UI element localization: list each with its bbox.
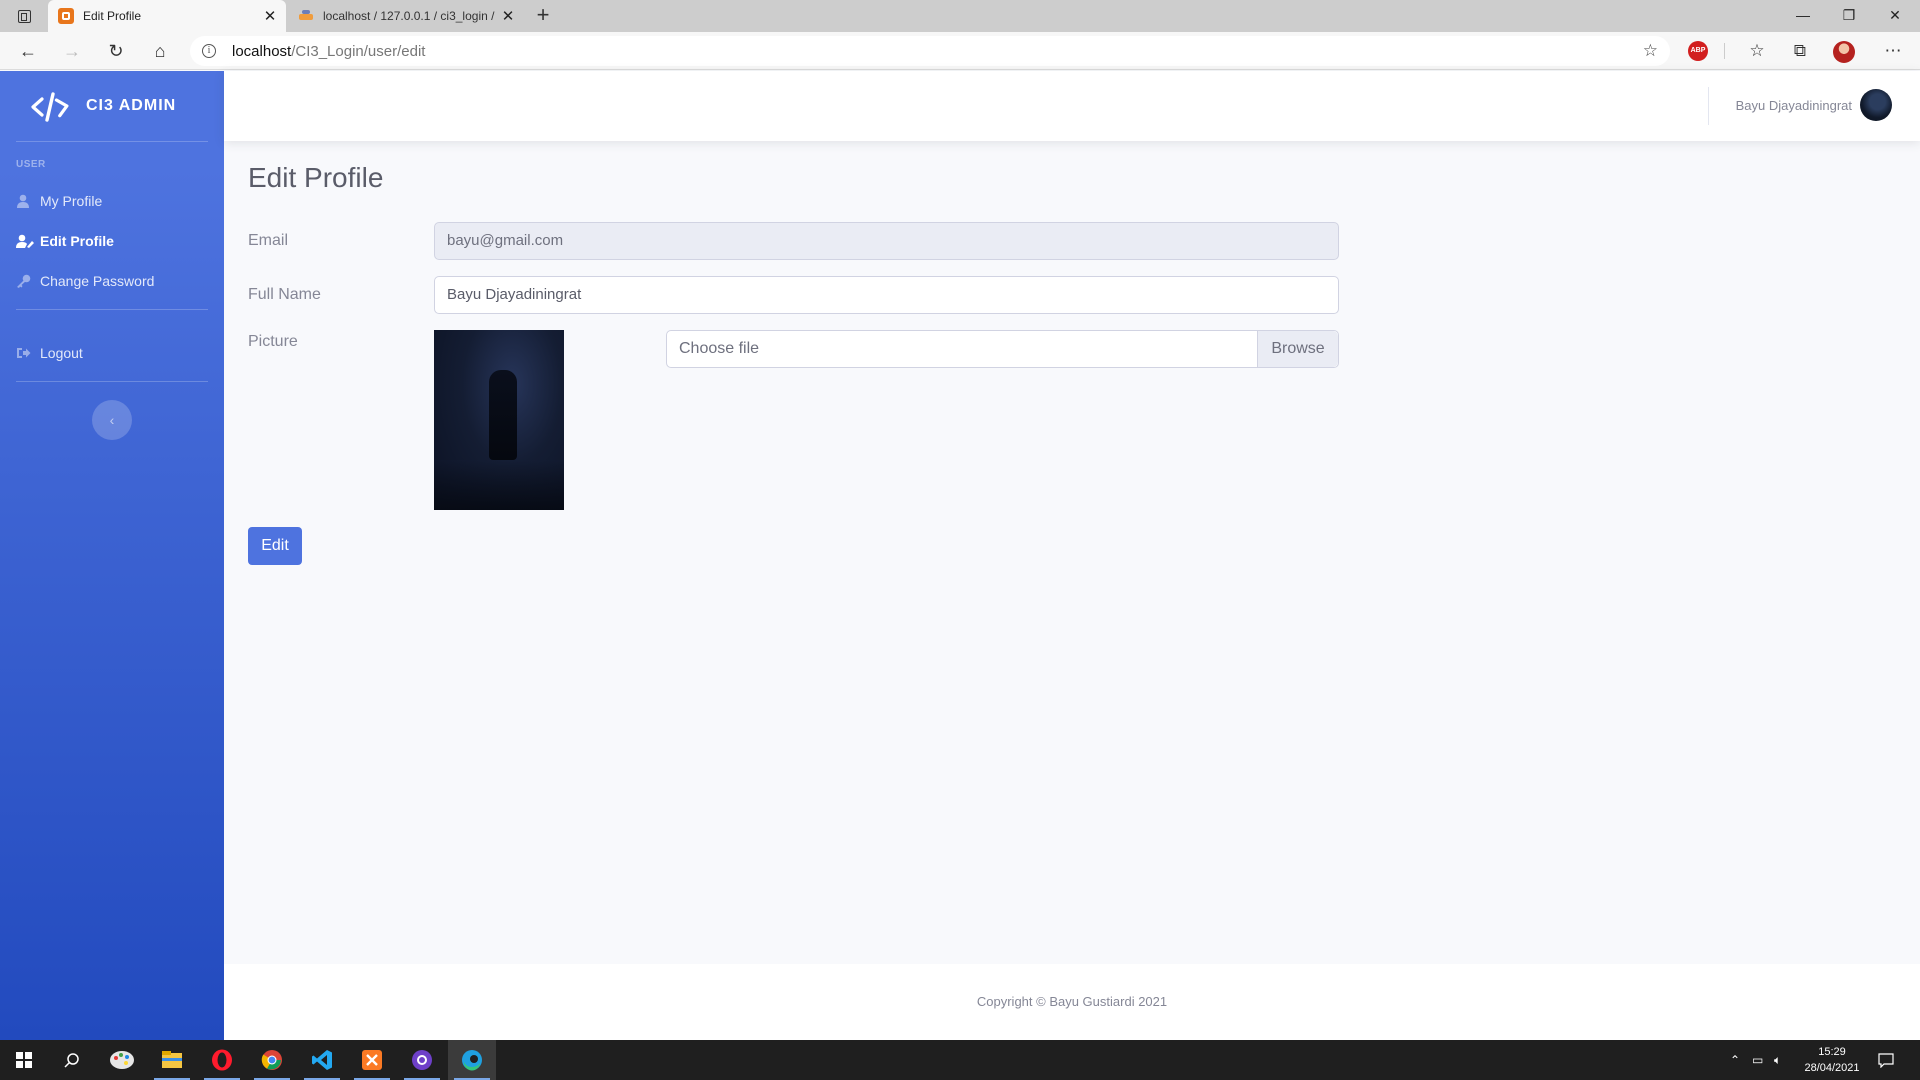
windows-taskbar: ⌃ ▭ 🔈︎ 15:29 28/04/2021 xyxy=(0,1040,1920,1080)
home-icon[interactable]: ⌂ xyxy=(146,38,174,64)
add-favorite-icon[interactable]: ☆ xyxy=(1643,41,1658,61)
windows-start-icon[interactable] xyxy=(0,1040,48,1080)
footer: Copyright © Bayu Gustiardi 2021 xyxy=(224,964,1920,1040)
copyright-text: Copyright © Bayu Gustiardi 2021 xyxy=(976,994,1168,1009)
address-bar[interactable]: i localhost/CI3_Login/user/edit ☆ xyxy=(190,36,1670,66)
browser-profile-avatar[interactable] xyxy=(1833,41,1855,63)
site-info-icon[interactable]: i xyxy=(202,44,216,58)
github-desktop-icon[interactable] xyxy=(398,1040,446,1080)
sidebar-item-label: Logout xyxy=(40,345,83,361)
sidebar-item-label: Edit Profile xyxy=(40,233,114,249)
minimize-button[interactable]: — xyxy=(1780,0,1826,30)
edit-submit-button[interactable]: Edit xyxy=(248,527,302,565)
volume-icon[interactable]: 🔈︎ xyxy=(1774,1040,1781,1080)
user-name[interactable]: Bayu Djayadiningrat xyxy=(1736,98,1852,113)
brand-name: CI3 ADMIN xyxy=(86,97,177,114)
profile-picture-thumbnail xyxy=(434,330,564,510)
new-tab-button[interactable]: + xyxy=(531,4,555,28)
user-edit-icon xyxy=(16,233,40,249)
notifications-icon[interactable] xyxy=(1878,1040,1894,1080)
xampp-icon[interactable] xyxy=(348,1040,396,1080)
search-icon[interactable] xyxy=(48,1040,96,1080)
picture-label: Picture xyxy=(248,333,298,350)
opera-browser-icon[interactable] xyxy=(198,1040,246,1080)
clock-time: 15:29 xyxy=(1818,1046,1846,1058)
sidebar-toggle-button[interactable]: ‹ xyxy=(92,400,132,440)
sidebar: CI3 ADMIN USER My Profile Edit Profile C… xyxy=(0,71,224,1040)
forward-icon[interactable]: → xyxy=(58,38,86,64)
picture-file-input[interactable]: Choose file Browse xyxy=(666,330,1339,368)
sidebar-heading: USER xyxy=(16,159,46,170)
favorites-icon[interactable]: ☆ xyxy=(1744,38,1770,64)
close-tab-icon[interactable]: ✕ xyxy=(260,6,280,26)
browse-button[interactable]: Browse xyxy=(1257,331,1338,367)
tab-phpmyadmin[interactable]: localhost / 127.0.0.1 / ci3_login / ✕ xyxy=(288,0,524,32)
tab-title: localhost / 127.0.0.1 / ci3_login / xyxy=(323,9,495,23)
close-window-button[interactable]: ✕ xyxy=(1872,0,1918,30)
collections-icon[interactable]: ⧉ xyxy=(1787,38,1813,64)
clock-date: 28/04/2021 xyxy=(1804,1062,1860,1074)
more-options-icon[interactable]: ⋯ xyxy=(1880,38,1906,64)
email-label: Email xyxy=(248,232,289,249)
network-icon[interactable]: ▭ xyxy=(1752,1040,1763,1080)
chevron-left-icon: ‹ xyxy=(109,412,115,428)
sidebar-divider xyxy=(16,141,208,142)
adblock-icon[interactable]: ABP xyxy=(1688,41,1708,61)
close-tab-icon[interactable]: ✕ xyxy=(498,6,518,26)
browser-tab-bar: Edit Profile ✕ localhost / 127.0.0.1 / c… xyxy=(0,0,1920,32)
tab-title: Edit Profile xyxy=(83,9,142,23)
vscode-icon[interactable] xyxy=(298,1040,346,1080)
url-text: localhost/CI3_Login/user/edit xyxy=(232,43,426,60)
sidebar-item-edit-profile[interactable]: Edit Profile xyxy=(16,226,208,256)
sidebar-divider xyxy=(16,309,208,310)
chrome-browser-icon[interactable] xyxy=(248,1040,296,1080)
user-avatar[interactable] xyxy=(1860,89,1892,121)
taskbar-clock[interactable]: 15:29 28/04/2021 xyxy=(1792,1044,1872,1076)
tab-edit-profile[interactable]: Edit Profile ✕ xyxy=(48,0,286,32)
tab-actions-icon[interactable] xyxy=(12,7,36,25)
browser-toolbar: ← → ↻ ⌂ i localhost/CI3_Login/user/edit … xyxy=(0,32,1920,70)
file-explorer-icon[interactable] xyxy=(148,1040,196,1080)
email-field[interactable]: bayu@gmail.com xyxy=(434,222,1339,260)
sidebar-item-my-profile[interactable]: My Profile xyxy=(16,186,208,216)
user-icon xyxy=(16,193,40,209)
phpmyadmin-favicon-icon xyxy=(298,8,314,24)
sidebar-item-change-password[interactable]: Change Password xyxy=(16,266,208,296)
sidebar-item-logout[interactable]: Logout xyxy=(16,338,208,368)
full-name-field[interactable]: Bayu Djayadiningrat xyxy=(434,276,1339,314)
paint-app-icon[interactable] xyxy=(98,1040,146,1080)
code-logo-icon xyxy=(31,92,69,122)
refresh-icon[interactable]: ↻ xyxy=(102,38,130,64)
restore-button[interactable]: ❐ xyxy=(1826,0,1872,30)
full-name-label: Full Name xyxy=(248,286,321,303)
edge-browser-icon[interactable] xyxy=(448,1040,496,1080)
toolbar-divider xyxy=(1724,43,1725,59)
sign-out-icon xyxy=(16,345,40,361)
sidebar-item-label: My Profile xyxy=(40,193,103,209)
key-icon xyxy=(16,273,40,289)
sidebar-item-label: Change Password xyxy=(40,273,155,289)
file-input-placeholder: Choose file xyxy=(679,340,760,357)
back-icon[interactable]: ← xyxy=(14,38,42,64)
sidebar-brand[interactable]: CI3 ADMIN xyxy=(0,71,224,141)
topbar: Bayu Djayadiningrat xyxy=(224,71,1920,141)
page-title: Edit Profile xyxy=(248,162,384,193)
topbar-divider xyxy=(1708,87,1709,125)
sidebar-divider xyxy=(16,381,208,382)
show-hidden-icons-icon[interactable]: ⌃ xyxy=(1730,1040,1740,1080)
codeigniter-favicon-icon xyxy=(58,8,74,24)
